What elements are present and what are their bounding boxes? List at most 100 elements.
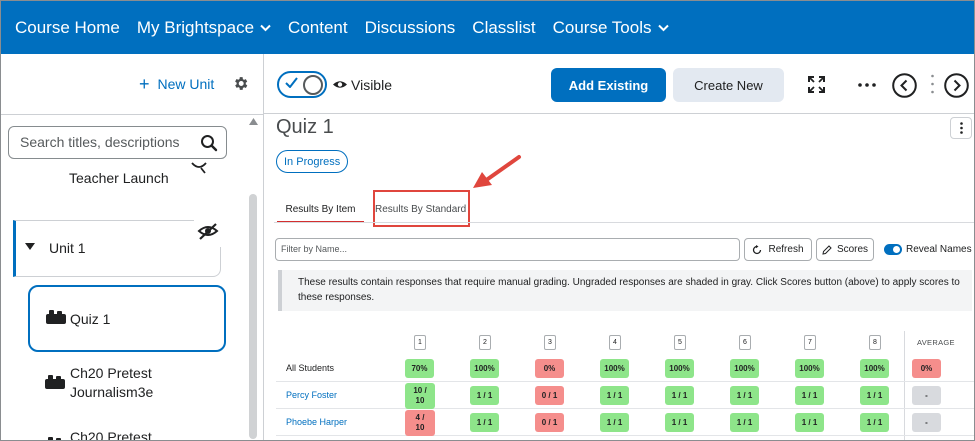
- page-title: Quiz 1: [276, 116, 334, 138]
- visibility-toggle[interactable]: [277, 71, 327, 98]
- reveal-names-label: Reveal Names: [906, 244, 972, 255]
- question-column-header[interactable]: 4: [609, 335, 621, 350]
- caret-down-icon[interactable]: [25, 243, 35, 251]
- filter-field[interactable]: [275, 238, 740, 261]
- nav-label: Course Tools: [552, 17, 652, 37]
- next-icon[interactable]: [944, 73, 969, 98]
- more-icon[interactable]: [858, 83, 876, 87]
- item-label: Ch20 Pretest: [70, 429, 152, 441]
- nav-classlist[interactable]: Classlist: [472, 18, 535, 38]
- status-badge: In Progress: [276, 150, 349, 173]
- score-cell: 10 /10: [405, 383, 435, 409]
- scrollbar-thumb[interactable]: [249, 194, 257, 439]
- refresh-button[interactable]: Refresh: [744, 238, 812, 261]
- question-column-header[interactable]: 6: [739, 335, 751, 350]
- question-column-header[interactable]: 7: [804, 335, 816, 350]
- nav-label: Course Home: [15, 17, 120, 37]
- table-row: All Students 70% 100% 0% 100% 100% 100% 100% 100…: [276, 355, 974, 382]
- score-cell: 1 / 1: [795, 386, 824, 405]
- refresh-icon: [753, 244, 762, 254]
- question-column-header[interactable]: 5: [674, 335, 686, 350]
- scroll-up-icon[interactable]: [249, 118, 258, 125]
- button-label: Refresh: [768, 244, 804, 255]
- item-menu-button[interactable]: [950, 117, 972, 139]
- button-label: Create New: [694, 77, 763, 93]
- search-input[interactable]: [20, 134, 195, 150]
- score-cell: 100%: [665, 359, 694, 378]
- quiz-icon: [48, 437, 61, 440]
- average-cell: 0%: [912, 359, 941, 378]
- nav-discussions[interactable]: Discussions: [365, 18, 456, 38]
- tab-results-by-standard[interactable]: Results By Standard: [375, 204, 466, 215]
- score-cell: 1 / 1: [600, 386, 629, 405]
- new-unit-label: New Unit: [157, 76, 215, 92]
- score-cell: 4 /10: [405, 410, 435, 436]
- average-cell: -: [912, 413, 941, 432]
- question-column-header[interactable]: 2: [479, 335, 491, 350]
- content-panel: Visible Add Existing Create New Quiz 1 I…: [264, 54, 974, 440]
- expand-icon[interactable]: [808, 76, 825, 93]
- divider: [1, 114, 263, 115]
- search-field[interactable]: [8, 126, 227, 159]
- nav-content[interactable]: Content: [288, 18, 348, 38]
- sidebar-item-ch20-pretest-2[interactable]: Ch20 Pretest: [70, 429, 152, 441]
- top-navbar: Course Home My Brightspace Content Discu…: [1, 1, 974, 54]
- average-column-header: AVERAGE: [917, 338, 955, 347]
- score-cell: 1 / 1: [470, 413, 499, 432]
- scores-button[interactable]: Scores: [816, 238, 874, 261]
- score-cell: 0 / 1: [535, 386, 564, 405]
- score-cell: 1 / 1: [730, 386, 759, 405]
- toggle-knob: [303, 75, 323, 95]
- score-cell: 1 / 1: [600, 413, 629, 432]
- sidebar-item-quiz-1[interactable]: Quiz 1: [28, 285, 226, 352]
- score-cell: 100%: [860, 359, 889, 378]
- score-cell: 100%: [470, 359, 499, 378]
- reveal-names-toggle[interactable]: [884, 244, 902, 255]
- question-column-header[interactable]: 8: [869, 335, 881, 350]
- prev-icon[interactable]: [892, 73, 917, 98]
- gear-icon[interactable]: [232, 75, 249, 92]
- table-row: Percy Foster 10 /10 1 / 1 0 / 1 1 / 1 1 / 1 1 …: [276, 382, 974, 409]
- sidebar-item-ch20-pretest[interactable]: Ch20 Pretest Journalism3e: [70, 364, 153, 402]
- table-of-contents-panel: + New Unit Teacher Launch Unit 1: [1, 54, 264, 441]
- quiz-icon: [46, 310, 66, 324]
- score-cell: 70%: [405, 359, 434, 378]
- item-label: Ch20 Pretest: [70, 365, 152, 381]
- nav-label: My Brightspace: [136, 17, 255, 37]
- score-cell: 1 / 1: [860, 386, 889, 405]
- tab-results-by-item[interactable]: Results By Item: [277, 202, 364, 223]
- divider: [264, 113, 974, 114]
- score-cell: 1 / 1: [470, 386, 499, 405]
- new-unit-button[interactable]: + New Unit: [139, 74, 215, 94]
- add-existing-button[interactable]: Add Existing: [551, 68, 666, 102]
- plus-icon: +: [139, 74, 150, 94]
- question-column-header[interactable]: 3: [544, 335, 556, 350]
- score-cell: 100%: [795, 359, 824, 378]
- average-cell: -: [912, 386, 941, 405]
- filter-input[interactable]: [281, 244, 721, 254]
- create-new-button[interactable]: Create New: [673, 68, 784, 102]
- checkmark-icon: [285, 77, 298, 88]
- sidebar-item-teacher-launch[interactable]: Teacher Launch: [69, 170, 169, 186]
- nav-course-tools[interactable]: Course Tools: [553, 18, 669, 38]
- eye-icon: [333, 81, 347, 88]
- question-column-header[interactable]: 1: [414, 335, 426, 350]
- nav-course-home[interactable]: Course Home: [15, 18, 120, 38]
- pencil-icon: [822, 244, 832, 255]
- button-label: Scores: [836, 244, 869, 255]
- nav-label: Discussions: [364, 17, 456, 37]
- score-cell: 100%: [730, 359, 759, 378]
- visibility-label: Visible: [351, 77, 392, 93]
- student-name-link[interactable]: Phoebe Harper: [286, 417, 347, 427]
- search-icon[interactable]: [200, 134, 218, 152]
- student-name-link[interactable]: Percy Foster: [286, 390, 337, 400]
- chevron-down-icon: [657, 24, 669, 31]
- speech-bubble-icon: [191, 162, 207, 174]
- nav-my-brightspace[interactable]: My Brightspace: [137, 18, 271, 38]
- app-frame: Course Home My Brightspace Content Discu…: [0, 0, 975, 441]
- sidebar-item-unit-1[interactable]: Unit 1: [13, 219, 222, 277]
- row-label: All Students: [286, 363, 335, 373]
- table-header-row: AVERAGE 1 2 3 4 5 6 7 8: [276, 331, 974, 355]
- divider: [274, 222, 974, 223]
- score-cell: 1 / 1: [795, 413, 824, 432]
